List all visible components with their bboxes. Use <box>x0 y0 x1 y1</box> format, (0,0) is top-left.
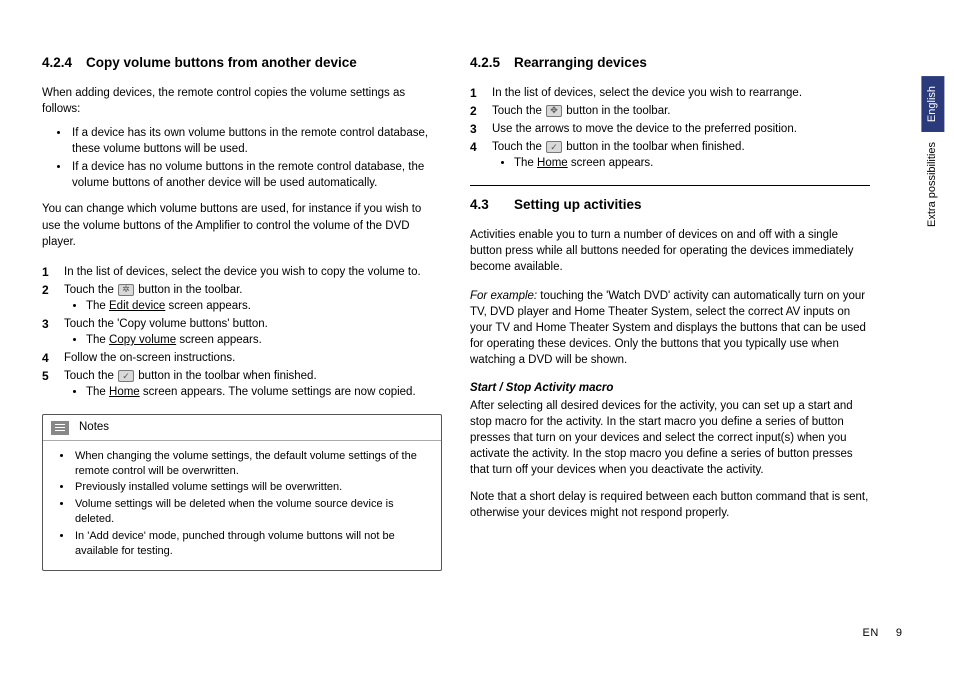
bullet-item: If a device has its own volume buttons i… <box>70 125 442 157</box>
sub-heading: Start / Stop Activity macro <box>470 380 870 396</box>
step-item: Follow the on-screen instructions. <box>42 350 442 366</box>
notes-icon <box>51 421 69 435</box>
steps-list: In the list of devices, select the devic… <box>470 85 870 171</box>
paragraph: Activities enable you to turn a number o… <box>470 227 870 275</box>
move-icon: ✥ <box>546 105 562 117</box>
page-footer: EN 9 <box>863 626 902 641</box>
heading-424: 4.2.4 Copy volume buttons from another d… <box>42 54 442 73</box>
notes-header: Notes <box>43 415 441 440</box>
notes-list: When changing the volume settings, the d… <box>43 441 441 571</box>
bullet-item: If a device has no volume buttons in the… <box>70 159 442 191</box>
heading-text: Copy volume buttons from another device <box>86 54 357 73</box>
intro-paragraph: When adding devices, the remote control … <box>42 85 442 117</box>
paragraph: Note that a short delay is required betw… <box>470 489 870 521</box>
step-item: Touch the 'Copy volume buttons' button. … <box>42 316 442 348</box>
heading-text: Rearranging devices <box>514 54 647 73</box>
sub-bullet: The Edit device screen appears. <box>86 298 442 314</box>
check-icon: ✓ <box>118 370 134 382</box>
heading-text: Setting up activities <box>514 196 642 215</box>
check-icon: ✓ <box>546 141 562 153</box>
sub-bullet: The Home screen appears. <box>514 155 870 171</box>
heading-number: 4.2.5 <box>470 54 500 73</box>
heading-number: 4.3 <box>470 196 500 215</box>
notes-label: Notes <box>79 419 109 435</box>
note-item: In 'Add device' mode, punched through vo… <box>73 529 429 560</box>
section-divider <box>470 185 870 186</box>
gear-icon: ✲ <box>118 284 134 296</box>
step-item: In the list of devices, select the devic… <box>42 264 442 280</box>
paragraph: You can change which volume buttons are … <box>42 201 442 249</box>
note-item: When changing the volume settings, the d… <box>73 449 429 480</box>
left-column: 4.2.4 Copy volume buttons from another d… <box>42 54 442 571</box>
note-item: Previously installed volume settings wil… <box>73 480 429 495</box>
steps-list: In the list of devices, select the devic… <box>42 264 442 401</box>
step-item: Touch the ✓ button in the toolbar when f… <box>42 368 442 400</box>
step-item: Use the arrows to move the device to the… <box>470 121 870 137</box>
step-item: In the list of devices, select the devic… <box>470 85 870 101</box>
sub-bullet: The Copy volume screen appears. <box>86 332 442 348</box>
paragraph: For example: touching the 'Watch DVD' ac… <box>470 288 870 368</box>
step-item: Touch the ✥ button in the toolbar. <box>470 103 870 119</box>
heading-43: 4.3 Setting up activities <box>470 196 870 215</box>
side-tabs: English Extra possibilities <box>921 76 944 237</box>
intro-bullets: If a device has its own volume buttons i… <box>42 125 442 191</box>
page-number: 9 <box>896 627 902 639</box>
notes-box: Notes When changing the volume settings,… <box>42 414 442 571</box>
heading-425: 4.2.5 Rearranging devices <box>470 54 870 73</box>
step-item: Touch the ✓ button in the toolbar when f… <box>470 139 870 171</box>
note-item: Volume settings will be deleted when the… <box>73 497 429 528</box>
section-tab: Extra possibilities <box>921 132 944 237</box>
right-column: 4.2.5 Rearranging devices In the list of… <box>470 54 870 571</box>
heading-number: 4.2.4 <box>42 54 72 73</box>
sub-bullet: The Home screen appears. The volume sett… <box>86 384 442 400</box>
step-item: Touch the ✲ button in the toolbar. The E… <box>42 282 442 314</box>
page-content: 4.2.4 Copy volume buttons from another d… <box>0 0 954 571</box>
paragraph: After selecting all desired devices for … <box>470 398 870 478</box>
footer-lang: EN <box>863 627 879 639</box>
language-tab: English <box>921 76 944 132</box>
